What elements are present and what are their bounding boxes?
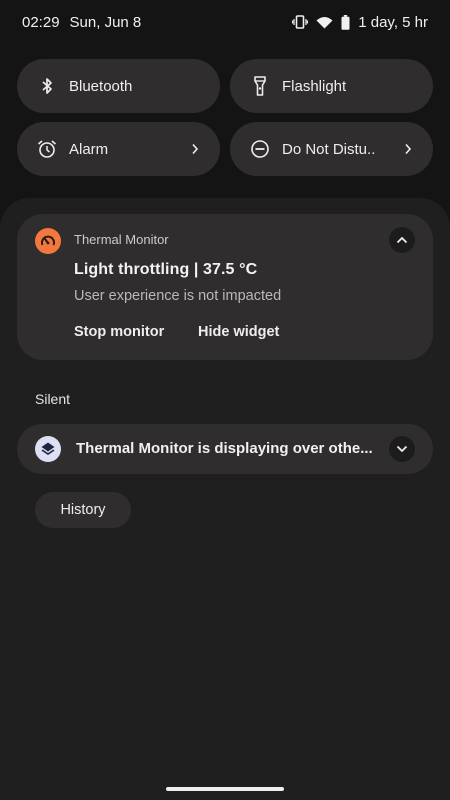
expand-notification-button[interactable] — [389, 436, 415, 462]
tile-label: Flashlight — [282, 77, 347, 95]
alarm-icon — [37, 139, 57, 159]
chevron-right-icon — [188, 142, 202, 156]
notification-title: Light throttling | 37.5 °C — [74, 261, 258, 278]
chevron-right-icon — [401, 142, 415, 156]
notification-app-name: Thermal Monitor — [74, 232, 169, 247]
hide-widget-button[interactable]: Hide widget — [198, 324, 279, 340]
bluetooth-icon — [37, 76, 57, 96]
tile-alarm[interactable]: Alarm — [17, 122, 220, 176]
battery-icon — [341, 14, 350, 30]
chevron-up-icon — [396, 236, 408, 244]
tile-label: Alarm — [69, 140, 109, 158]
tile-label: Bluetooth — [69, 77, 133, 95]
tile-label: Do Not Distu.. — [282, 140, 376, 158]
tile-bluetooth[interactable]: Bluetooth — [17, 59, 220, 113]
stop-monitor-button[interactable]: Stop monitor — [74, 324, 164, 340]
collapse-notification-button[interactable] — [389, 227, 415, 253]
do-not-disturb-icon — [250, 139, 270, 159]
thermometer-gauge-icon — [35, 228, 61, 254]
silent-notification[interactable]: Thermal Monitor is displaying over othe.… — [17, 424, 433, 474]
quick-settings-tiles: Bluetooth Flashlight Alarm Do Not Distu.… — [17, 59, 433, 176]
vibrate-icon — [292, 15, 309, 29]
tile-do-not-disturb[interactable]: Do Not Distu.. — [230, 122, 433, 176]
notification-shade-screen: 02:29 Sun, Jun 8 1 day, 5 hr Bluetooth F… — [0, 0, 450, 800]
home-indicator[interactable] — [166, 787, 284, 791]
silent-section-label: Silent — [35, 391, 71, 407]
silent-notification-text: Thermal Monitor is displaying over othe.… — [76, 440, 373, 457]
status-left: 02:29 Sun, Jun 8 — [22, 14, 141, 31]
status-right: 1 day, 5 hr — [292, 14, 428, 31]
wifi-icon — [316, 16, 333, 29]
history-button[interactable]: History — [35, 492, 131, 528]
chevron-down-icon — [396, 445, 408, 453]
battery-remaining-text: 1 day, 5 hr — [358, 13, 428, 31]
flashlight-icon — [250, 76, 270, 96]
layers-icon — [35, 436, 61, 462]
notification-body: User experience is not impacted — [74, 288, 282, 304]
tile-flashlight[interactable]: Flashlight — [230, 59, 433, 113]
status-time: 02:29 — [22, 13, 60, 31]
status-bar: 02:29 Sun, Jun 8 1 day, 5 hr — [0, 0, 450, 44]
status-date: Sun, Jun 8 — [69, 13, 142, 31]
thermal-monitor-notification[interactable]: Thermal Monitor Light throttling | 37.5 … — [17, 214, 433, 360]
